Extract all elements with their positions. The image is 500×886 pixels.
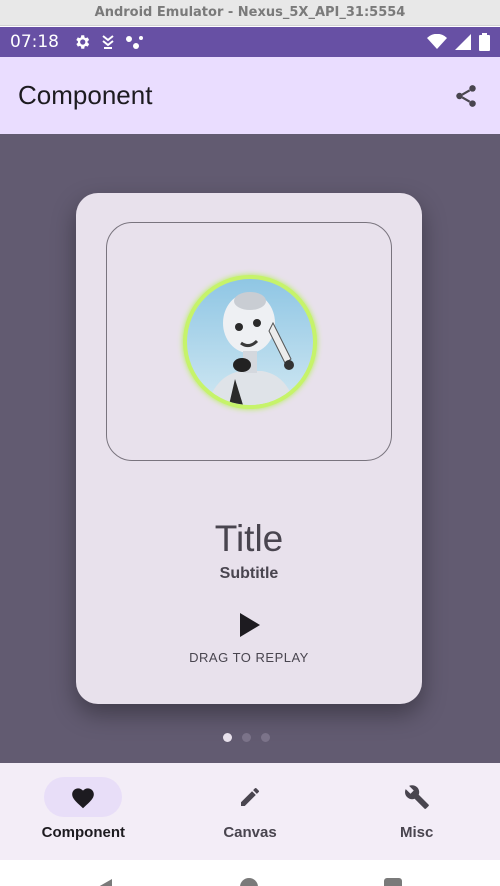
content-area: Title Subtitle DRAG TO REPLAY xyxy=(0,134,500,763)
back-icon[interactable] xyxy=(96,878,114,886)
nav-item-component[interactable]: Component xyxy=(0,763,167,860)
share-icon xyxy=(456,84,476,107)
pager-dot-1[interactable] xyxy=(223,733,232,742)
component-card[interactable]: Title Subtitle DRAG TO REPLAY xyxy=(76,193,422,704)
robot-avatar xyxy=(187,279,313,405)
image-frame xyxy=(106,222,392,461)
battery-icon xyxy=(479,33,490,51)
pencil-icon xyxy=(241,787,260,806)
nav-item-canvas[interactable]: Canvas xyxy=(167,763,334,860)
status-time: 07:18 xyxy=(10,32,59,52)
system-navigation-bar xyxy=(0,860,500,886)
gear-icon xyxy=(76,35,90,49)
card-subtitle: Subtitle xyxy=(219,565,279,582)
pager-indicator xyxy=(223,733,270,742)
play-button[interactable] xyxy=(236,610,264,640)
nav-label-component: Component xyxy=(41,824,125,841)
pager-dot-2[interactable] xyxy=(242,733,251,742)
nav-item-misc[interactable]: Misc xyxy=(333,763,500,860)
top-app-bar: Component xyxy=(0,57,500,134)
status-icons-right xyxy=(427,33,490,51)
home-icon[interactable] xyxy=(240,878,258,886)
status-bar: 07:18 xyxy=(0,27,500,57)
app-bar-title: Component xyxy=(18,80,153,110)
card-title: Title xyxy=(214,518,284,559)
avatar-ring xyxy=(183,275,317,409)
status-icons-left xyxy=(73,33,145,51)
assistant-icon xyxy=(126,36,143,49)
window-title: Android Emulator - Nexus_5X_API_31:5554 xyxy=(94,5,406,20)
wrench-icon xyxy=(404,785,429,809)
nav-label-canvas: Canvas xyxy=(223,824,277,841)
download-icon xyxy=(102,35,114,49)
nav-active-indicator xyxy=(44,777,123,817)
bottom-navigation: Component Canvas Misc xyxy=(0,763,500,860)
play-icon xyxy=(240,613,260,637)
recents-icon[interactable] xyxy=(384,878,402,886)
heart-icon xyxy=(72,788,95,809)
share-button[interactable] xyxy=(450,80,482,112)
pager-dot-3[interactable] xyxy=(261,733,270,742)
drag-to-replay-label: DRAG TO REPLAY xyxy=(189,650,309,665)
signal-icon xyxy=(455,34,471,50)
nav-label-misc: Misc xyxy=(400,824,434,841)
wifi-icon xyxy=(427,34,447,49)
window-titlebar: Android Emulator - Nexus_5X_API_31:5554 xyxy=(0,0,500,26)
